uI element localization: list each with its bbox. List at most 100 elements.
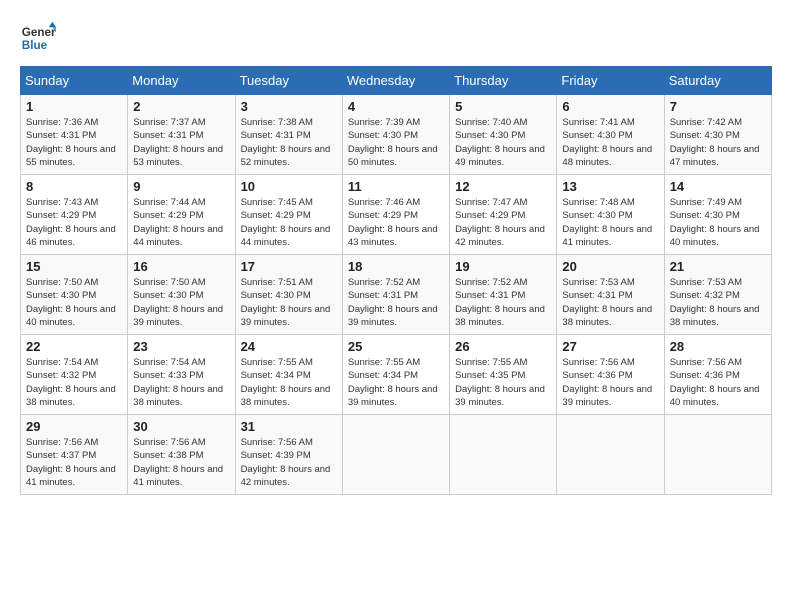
calendar-cell bbox=[450, 415, 557, 495]
day-detail: Sunrise: 7:46 AM Sunset: 4:29 PM Dayligh… bbox=[348, 196, 444, 249]
calendar-cell: 18 Sunrise: 7:52 AM Sunset: 4:31 PM Dayl… bbox=[342, 255, 449, 335]
calendar-cell: 4 Sunrise: 7:39 AM Sunset: 4:30 PM Dayli… bbox=[342, 95, 449, 175]
day-number: 3 bbox=[241, 99, 337, 114]
calendar-cell: 28 Sunrise: 7:56 AM Sunset: 4:36 PM Dayl… bbox=[664, 335, 771, 415]
day-number: 20 bbox=[562, 259, 658, 274]
calendar-week-row: 8 Sunrise: 7:43 AM Sunset: 4:29 PM Dayli… bbox=[21, 175, 772, 255]
day-number: 1 bbox=[26, 99, 122, 114]
day-number: 13 bbox=[562, 179, 658, 194]
day-detail: Sunrise: 7:45 AM Sunset: 4:29 PM Dayligh… bbox=[241, 196, 337, 249]
calendar-cell: 21 Sunrise: 7:53 AM Sunset: 4:32 PM Dayl… bbox=[664, 255, 771, 335]
day-number: 8 bbox=[26, 179, 122, 194]
day-detail: Sunrise: 7:39 AM Sunset: 4:30 PM Dayligh… bbox=[348, 116, 444, 169]
day-detail: Sunrise: 7:54 AM Sunset: 4:32 PM Dayligh… bbox=[26, 356, 122, 409]
day-detail: Sunrise: 7:56 AM Sunset: 4:39 PM Dayligh… bbox=[241, 436, 337, 489]
day-detail: Sunrise: 7:55 AM Sunset: 4:35 PM Dayligh… bbox=[455, 356, 551, 409]
calendar-week-row: 22 Sunrise: 7:54 AM Sunset: 4:32 PM Dayl… bbox=[21, 335, 772, 415]
day-number: 28 bbox=[670, 339, 766, 354]
day-detail: Sunrise: 7:53 AM Sunset: 4:32 PM Dayligh… bbox=[670, 276, 766, 329]
calendar-table: SundayMondayTuesdayWednesdayThursdayFrid… bbox=[20, 66, 772, 495]
day-detail: Sunrise: 7:36 AM Sunset: 4:31 PM Dayligh… bbox=[26, 116, 122, 169]
day-number: 15 bbox=[26, 259, 122, 274]
calendar-cell: 25 Sunrise: 7:55 AM Sunset: 4:34 PM Dayl… bbox=[342, 335, 449, 415]
calendar-cell: 23 Sunrise: 7:54 AM Sunset: 4:33 PM Dayl… bbox=[128, 335, 235, 415]
calendar-cell: 9 Sunrise: 7:44 AM Sunset: 4:29 PM Dayli… bbox=[128, 175, 235, 255]
weekday-header-saturday: Saturday bbox=[664, 67, 771, 95]
calendar-cell: 30 Sunrise: 7:56 AM Sunset: 4:38 PM Dayl… bbox=[128, 415, 235, 495]
calendar-cell: 22 Sunrise: 7:54 AM Sunset: 4:32 PM Dayl… bbox=[21, 335, 128, 415]
weekday-header-sunday: Sunday bbox=[21, 67, 128, 95]
day-number: 7 bbox=[670, 99, 766, 114]
svg-text:General: General bbox=[22, 26, 56, 39]
day-detail: Sunrise: 7:41 AM Sunset: 4:30 PM Dayligh… bbox=[562, 116, 658, 169]
day-detail: Sunrise: 7:54 AM Sunset: 4:33 PM Dayligh… bbox=[133, 356, 229, 409]
day-detail: Sunrise: 7:56 AM Sunset: 4:38 PM Dayligh… bbox=[133, 436, 229, 489]
calendar-cell: 12 Sunrise: 7:47 AM Sunset: 4:29 PM Dayl… bbox=[450, 175, 557, 255]
calendar-cell: 3 Sunrise: 7:38 AM Sunset: 4:31 PM Dayli… bbox=[235, 95, 342, 175]
logo-icon: General Blue bbox=[20, 20, 56, 56]
day-detail: Sunrise: 7:55 AM Sunset: 4:34 PM Dayligh… bbox=[241, 356, 337, 409]
day-number: 18 bbox=[348, 259, 444, 274]
day-detail: Sunrise: 7:49 AM Sunset: 4:30 PM Dayligh… bbox=[670, 196, 766, 249]
day-number: 4 bbox=[348, 99, 444, 114]
calendar-week-row: 29 Sunrise: 7:56 AM Sunset: 4:37 PM Dayl… bbox=[21, 415, 772, 495]
calendar-cell: 5 Sunrise: 7:40 AM Sunset: 4:30 PM Dayli… bbox=[450, 95, 557, 175]
calendar-cell: 11 Sunrise: 7:46 AM Sunset: 4:29 PM Dayl… bbox=[342, 175, 449, 255]
day-number: 5 bbox=[455, 99, 551, 114]
calendar-cell: 29 Sunrise: 7:56 AM Sunset: 4:37 PM Dayl… bbox=[21, 415, 128, 495]
weekday-header-tuesday: Tuesday bbox=[235, 67, 342, 95]
calendar-cell: 20 Sunrise: 7:53 AM Sunset: 4:31 PM Dayl… bbox=[557, 255, 664, 335]
calendar-cell: 8 Sunrise: 7:43 AM Sunset: 4:29 PM Dayli… bbox=[21, 175, 128, 255]
day-number: 25 bbox=[348, 339, 444, 354]
calendar-cell: 7 Sunrise: 7:42 AM Sunset: 4:30 PM Dayli… bbox=[664, 95, 771, 175]
calendar-cell: 17 Sunrise: 7:51 AM Sunset: 4:30 PM Dayl… bbox=[235, 255, 342, 335]
calendar-cell: 1 Sunrise: 7:36 AM Sunset: 4:31 PM Dayli… bbox=[21, 95, 128, 175]
day-number: 9 bbox=[133, 179, 229, 194]
calendar-cell: 24 Sunrise: 7:55 AM Sunset: 4:34 PM Dayl… bbox=[235, 335, 342, 415]
calendar-cell bbox=[557, 415, 664, 495]
day-detail: Sunrise: 7:40 AM Sunset: 4:30 PM Dayligh… bbox=[455, 116, 551, 169]
day-detail: Sunrise: 7:43 AM Sunset: 4:29 PM Dayligh… bbox=[26, 196, 122, 249]
calendar-cell bbox=[664, 415, 771, 495]
svg-text:Blue: Blue bbox=[22, 39, 48, 52]
calendar-cell: 16 Sunrise: 7:50 AM Sunset: 4:30 PM Dayl… bbox=[128, 255, 235, 335]
calendar-week-row: 1 Sunrise: 7:36 AM Sunset: 4:31 PM Dayli… bbox=[21, 95, 772, 175]
page-header: General Blue bbox=[20, 20, 772, 56]
day-number: 6 bbox=[562, 99, 658, 114]
day-number: 16 bbox=[133, 259, 229, 274]
calendar-cell: 14 Sunrise: 7:49 AM Sunset: 4:30 PM Dayl… bbox=[664, 175, 771, 255]
weekday-header-friday: Friday bbox=[557, 67, 664, 95]
day-detail: Sunrise: 7:42 AM Sunset: 4:30 PM Dayligh… bbox=[670, 116, 766, 169]
calendar-cell: 2 Sunrise: 7:37 AM Sunset: 4:31 PM Dayli… bbox=[128, 95, 235, 175]
day-detail: Sunrise: 7:56 AM Sunset: 4:36 PM Dayligh… bbox=[562, 356, 658, 409]
day-number: 10 bbox=[241, 179, 337, 194]
day-detail: Sunrise: 7:56 AM Sunset: 4:36 PM Dayligh… bbox=[670, 356, 766, 409]
day-detail: Sunrise: 7:52 AM Sunset: 4:31 PM Dayligh… bbox=[348, 276, 444, 329]
calendar-cell: 31 Sunrise: 7:56 AM Sunset: 4:39 PM Dayl… bbox=[235, 415, 342, 495]
calendar-cell: 13 Sunrise: 7:48 AM Sunset: 4:30 PM Dayl… bbox=[557, 175, 664, 255]
day-number: 27 bbox=[562, 339, 658, 354]
day-detail: Sunrise: 7:52 AM Sunset: 4:31 PM Dayligh… bbox=[455, 276, 551, 329]
day-detail: Sunrise: 7:56 AM Sunset: 4:37 PM Dayligh… bbox=[26, 436, 122, 489]
day-number: 26 bbox=[455, 339, 551, 354]
logo: General Blue bbox=[20, 20, 56, 56]
calendar-cell: 15 Sunrise: 7:50 AM Sunset: 4:30 PM Dayl… bbox=[21, 255, 128, 335]
day-detail: Sunrise: 7:44 AM Sunset: 4:29 PM Dayligh… bbox=[133, 196, 229, 249]
day-number: 12 bbox=[455, 179, 551, 194]
day-number: 11 bbox=[348, 179, 444, 194]
calendar-cell: 27 Sunrise: 7:56 AM Sunset: 4:36 PM Dayl… bbox=[557, 335, 664, 415]
day-detail: Sunrise: 7:55 AM Sunset: 4:34 PM Dayligh… bbox=[348, 356, 444, 409]
weekday-header-thursday: Thursday bbox=[450, 67, 557, 95]
day-number: 19 bbox=[455, 259, 551, 274]
day-detail: Sunrise: 7:53 AM Sunset: 4:31 PM Dayligh… bbox=[562, 276, 658, 329]
day-number: 22 bbox=[26, 339, 122, 354]
day-number: 30 bbox=[133, 419, 229, 434]
day-number: 24 bbox=[241, 339, 337, 354]
day-number: 14 bbox=[670, 179, 766, 194]
calendar-cell: 10 Sunrise: 7:45 AM Sunset: 4:29 PM Dayl… bbox=[235, 175, 342, 255]
day-detail: Sunrise: 7:50 AM Sunset: 4:30 PM Dayligh… bbox=[26, 276, 122, 329]
day-detail: Sunrise: 7:51 AM Sunset: 4:30 PM Dayligh… bbox=[241, 276, 337, 329]
calendar-cell: 19 Sunrise: 7:52 AM Sunset: 4:31 PM Dayl… bbox=[450, 255, 557, 335]
weekday-header-monday: Monday bbox=[128, 67, 235, 95]
day-detail: Sunrise: 7:37 AM Sunset: 4:31 PM Dayligh… bbox=[133, 116, 229, 169]
